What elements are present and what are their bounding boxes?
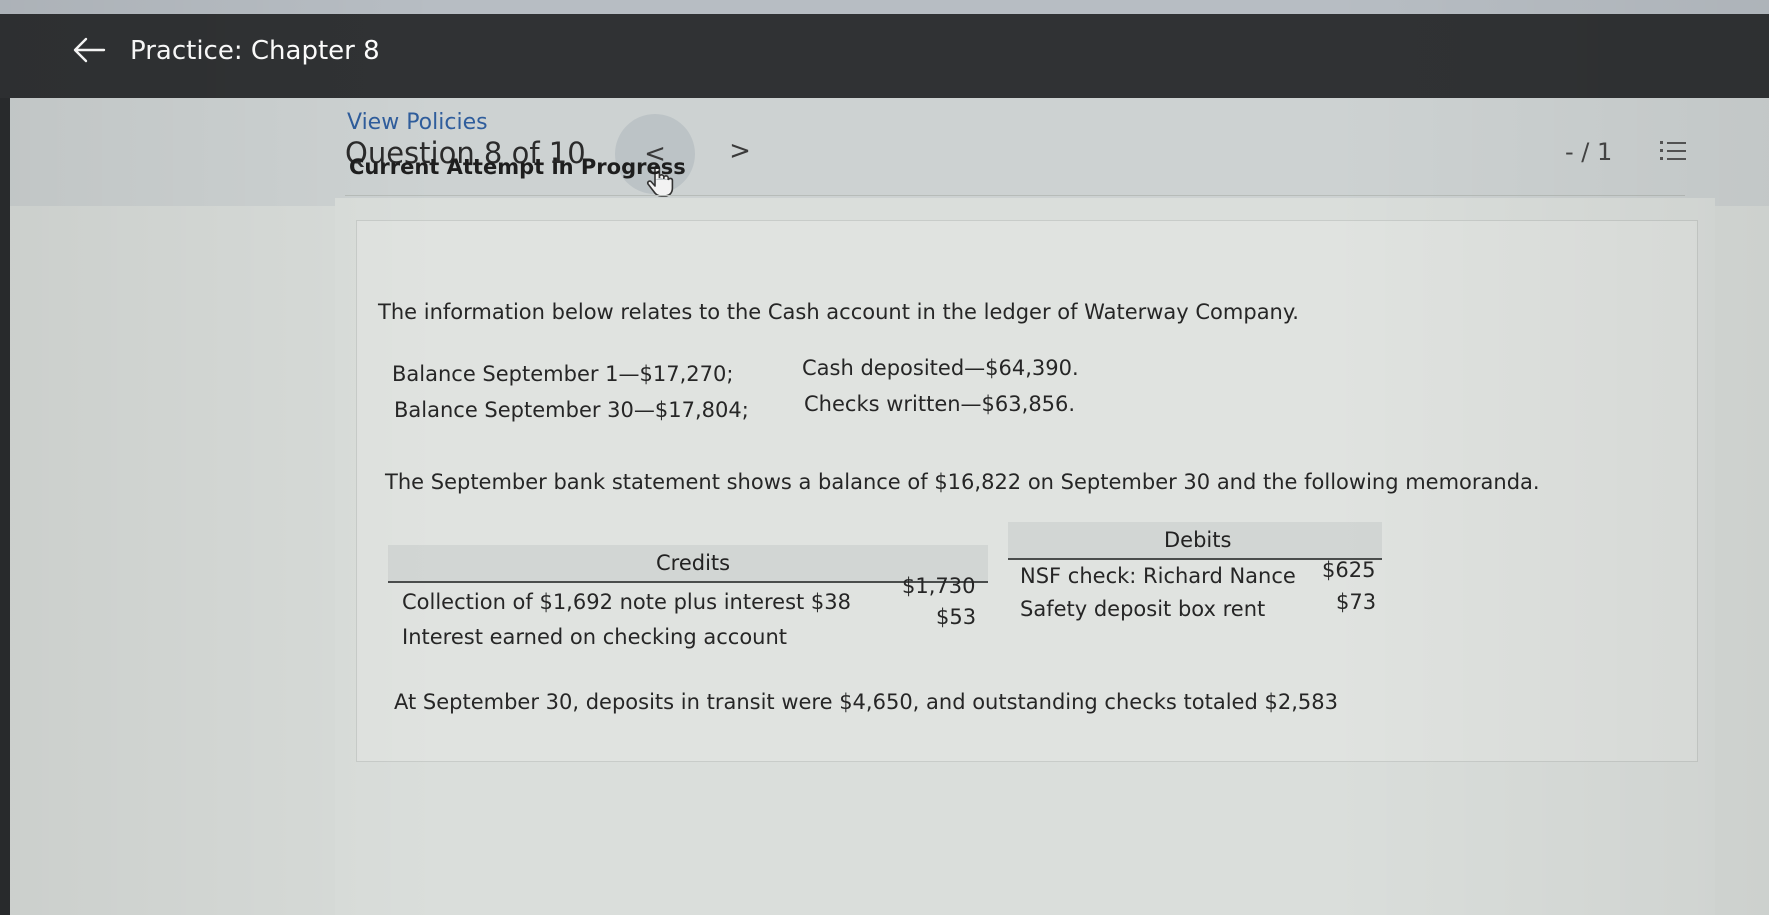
bank-statement-text: The September bank statement shows a bal…: [385, 470, 1540, 494]
debit-row-label: NSF check: Richard Nance: [1020, 564, 1296, 588]
credit-row-label: Interest earned on checking account: [402, 625, 788, 649]
top-bar: Practice: Chapter 8: [0, 0, 1769, 98]
credits-header: Credits: [388, 545, 988, 583]
arrow-left-icon[interactable]: [72, 36, 106, 64]
balance-september-1: Balance September 1—$17,270;: [392, 362, 734, 386]
credit-row-amount: $1,730: [902, 574, 976, 598]
debits-header-label: Debits: [1164, 528, 1232, 552]
debit-row-amount: $625: [1322, 558, 1376, 582]
view-policies-link[interactable]: View Policies: [347, 110, 488, 135]
debits-header: Debits: [1008, 522, 1382, 560]
problem-intro: The information below relates to the Cas…: [378, 300, 1299, 324]
next-question-button[interactable]: >: [725, 131, 755, 171]
transit-note: At September 30, deposits in transit wer…: [394, 690, 1338, 714]
browser-strip: [0, 0, 1769, 14]
divider: [345, 195, 1685, 196]
debit-row-label: Safety deposit box rent: [1020, 597, 1266, 621]
balance-september-30: Balance September 30—$17,804;: [394, 398, 749, 422]
chevron-right-icon: >: [729, 136, 751, 166]
checks-written: Checks written—$63,856.: [804, 392, 1076, 416]
credit-row-amount: $53: [936, 605, 977, 629]
attempt-status: Current Attempt in Progress: [349, 155, 686, 179]
page-title: Practice: Chapter 8: [130, 36, 380, 66]
credit-row-label: Collection of $1,692 note plus interest …: [402, 590, 852, 614]
score-indicator: - / 1: [1565, 138, 1613, 166]
debit-row-amount: $73: [1336, 590, 1377, 614]
question-header: Question 8 of 10 < > - / 1: [10, 98, 1769, 206]
cash-deposited: Cash deposited—$64,390.: [802, 356, 1079, 380]
list-icon[interactable]: [1658, 138, 1688, 164]
credits-header-label: Credits: [656, 551, 731, 575]
